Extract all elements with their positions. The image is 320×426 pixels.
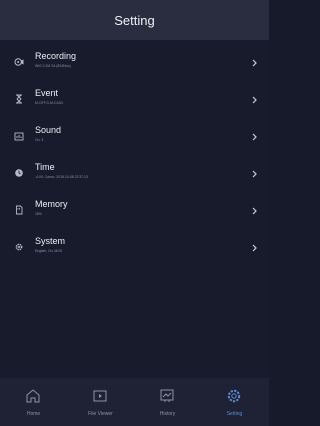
settings-item-label: System [35, 236, 66, 246]
history-icon [160, 389, 174, 402]
settings-item-label: Recording [35, 51, 77, 61]
settings-item-value: 18% [35, 212, 42, 216]
settings-icon [227, 389, 241, 403]
recording-icon [14, 57, 24, 67]
memory-icon [14, 205, 24, 215]
bottom-tab-bar: Home File Viewer History Setting [0, 378, 269, 426]
settings-item-value: WIG 2:1M S4 (8S/64sc) [35, 64, 71, 68]
gear-icon [14, 242, 24, 252]
clock-icon [14, 168, 24, 178]
settings-item-label: Event [35, 88, 59, 98]
tab-label: History [159, 411, 176, 417]
settings-item-value: M-OFF,G-M-CAS3 [35, 101, 63, 105]
settings-screen: Setting Recording WIG 2:1M S4 (8S/64sc) … [0, 0, 269, 426]
chevron-right-icon [252, 207, 257, 215]
settings-item-value: -4:00, Canco, 2018-10-08 22:37:13 [35, 175, 88, 179]
settings-item-value: English, On, MGS [35, 249, 63, 253]
event-icon [14, 94, 24, 104]
chevron-right-icon [252, 96, 257, 104]
chevron-right-icon [252, 244, 257, 252]
settings-item-label: Memory [35, 199, 68, 209]
settings-item-time[interactable]: Time -4:00, Canco, 2018-10-08 22:37:13 [0, 156, 269, 193]
tab-label: File Viewer [88, 411, 113, 417]
file-viewer-icon [93, 390, 107, 402]
settings-item-sound[interactable]: Sound On, 3 [0, 119, 269, 156]
settings-item-label: Sound [35, 125, 62, 135]
tab-label: Setting [226, 411, 243, 417]
tab-file-viewer[interactable]: File Viewer [67, 378, 134, 426]
settings-item-value: On, 3 [35, 138, 44, 142]
tab-label: Home [26, 411, 41, 417]
settings-list: Recording WIG 2:1M S4 (8S/64sc) Event M-… [0, 45, 269, 267]
chevron-right-icon [252, 170, 257, 178]
tab-history[interactable]: History [134, 378, 201, 426]
tab-home[interactable]: Home [0, 378, 67, 426]
settings-item-event[interactable]: Event M-OFF,G-M-CAS3 [0, 82, 269, 119]
tab-setting[interactable]: Setting [201, 378, 268, 426]
page-title: Setting [114, 12, 155, 28]
settings-item-recording[interactable]: Recording WIG 2:1M S4 (8S/64sc) [0, 45, 269, 82]
sound-icon [14, 131, 24, 141]
chevron-right-icon [252, 59, 257, 67]
settings-item-system[interactable]: System English, On, MGS [0, 230, 269, 267]
chevron-right-icon [252, 133, 257, 141]
settings-item-label: Time [35, 162, 55, 172]
page-title-bar: Setting [0, 0, 269, 40]
settings-item-memory[interactable]: Memory 18% [0, 193, 269, 230]
home-icon [26, 389, 40, 403]
